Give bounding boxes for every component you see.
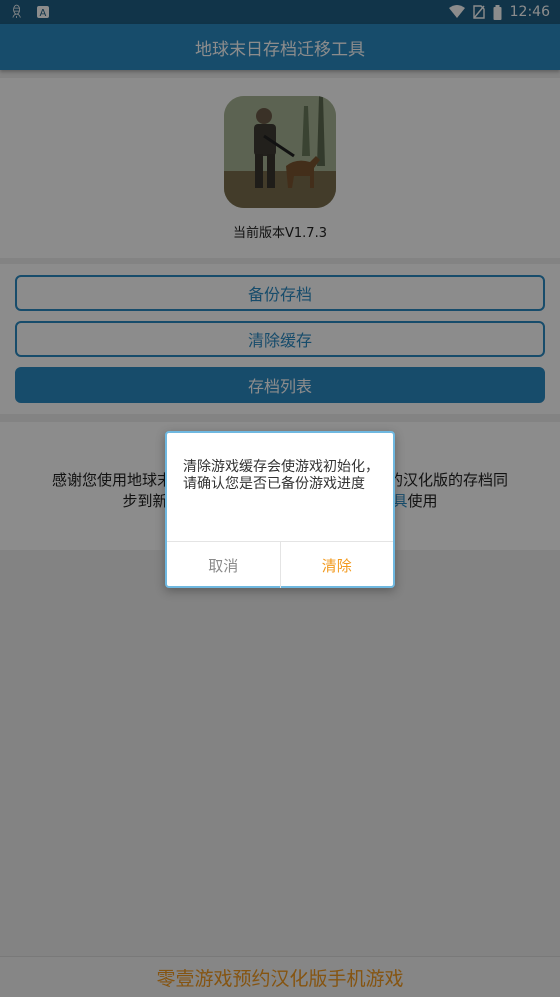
dialog-message: 清除游戏缓存会使游戏初始化，请确认您是否已备份游戏进度: [183, 459, 379, 492]
clear-cache-dialog: 清除游戏缓存会使游戏初始化，请确认您是否已备份游戏进度 取消 清除: [165, 431, 395, 588]
cancel-button[interactable]: 取消: [167, 542, 281, 588]
confirm-clear-button[interactable]: 清除: [281, 542, 394, 588]
dialog-actions: 取消 清除: [167, 541, 393, 588]
